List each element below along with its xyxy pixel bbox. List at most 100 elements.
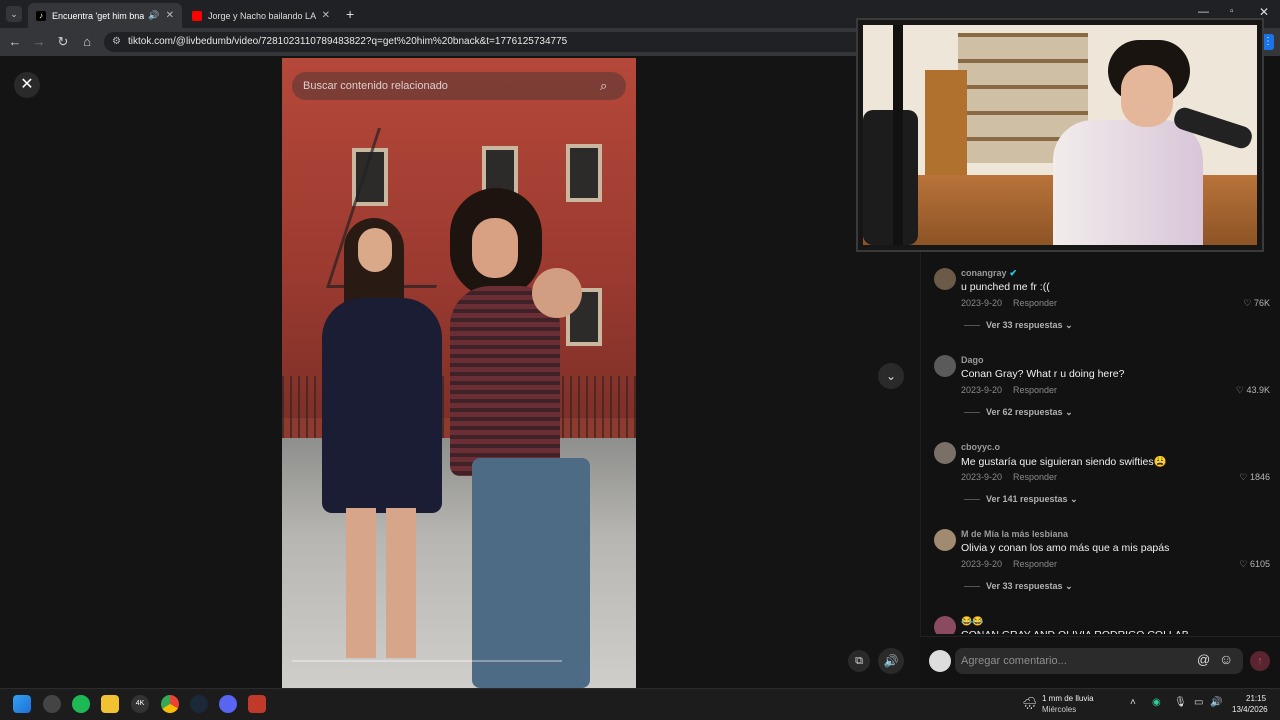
tab-title: Encuentra 'get him bnack' a — [52, 10, 145, 21]
picture-in-picture-icon[interactable]: ⧉ — [848, 650, 870, 672]
app-icon[interactable] — [248, 695, 266, 713]
person-legs — [346, 508, 416, 658]
view-replies-button[interactable]: Ver 62 respuestas ⌄ — [964, 407, 1073, 418]
comment-username[interactable]: 😂😂 — [961, 616, 983, 627]
chair — [863, 110, 918, 245]
webcam-feed — [863, 25, 1257, 245]
person-jeans — [472, 458, 590, 688]
comment-text: CONAN GRAY AND OLIVIA RODRIGO COLLAB — [961, 629, 1189, 634]
send-button[interactable]: ↑ — [1250, 651, 1270, 671]
chevron-up-icon[interactable]: ˄ — [1130, 697, 1136, 708]
avatar[interactable] — [934, 355, 956, 377]
mention-icon[interactable]: @ — [1197, 652, 1210, 667]
like-count: 6105 — [1249, 559, 1270, 569]
tab-title: Jorge y Nacho bailando LA MÁ — [208, 10, 316, 21]
folder-icon[interactable] — [101, 695, 119, 713]
chevron-down-icon[interactable]: ⌄ — [878, 363, 904, 389]
discord-icon[interactable] — [219, 695, 237, 713]
comment-date: 2023-9-20 — [961, 472, 1003, 482]
like-button[interactable]: ♡ 76K — [1243, 298, 1270, 309]
4k-app-icon[interactable]: 4K — [131, 695, 149, 713]
weather-day: Miércoles — [1042, 705, 1077, 714]
comment-username[interactable]: conangray ✔ — [961, 268, 1017, 279]
comment-date: 2023-9-20 — [961, 559, 1003, 569]
video-player[interactable] — [282, 58, 636, 688]
site-info-icon[interactable]: ⚙ — [112, 32, 121, 52]
steam-icon[interactable] — [190, 695, 208, 713]
close-window-button[interactable]: ✕ — [1259, 5, 1269, 19]
close-video-button[interactable]: ✕ — [14, 72, 40, 98]
network-icon[interactable]: ▭ — [1194, 697, 1203, 708]
comment-date: 2023-9-20 — [961, 298, 1003, 308]
like-count: 43.9K — [1246, 385, 1270, 395]
reply-button[interactable]: Responder — [1013, 385, 1057, 395]
speaker-icon: 🔊 — [148, 10, 160, 20]
view-replies-button[interactable]: Ver 33 respuestas ⌄ — [964, 581, 1073, 592]
chrome-icon[interactable] — [161, 695, 179, 713]
windows-start-icon[interactable] — [13, 695, 31, 713]
home-icon[interactable]: ⌂ — [78, 33, 96, 51]
emoji-icon[interactable]: ☺ — [1219, 651, 1233, 667]
heart-icon: ♡ — [1235, 385, 1247, 395]
like-button[interactable]: ♡ 43.9K — [1236, 385, 1270, 396]
reply-button[interactable]: Responder — [1013, 298, 1057, 308]
chevron-down-icon: ⌄ — [1067, 494, 1078, 504]
streamer-hoodie — [1053, 120, 1203, 245]
comment-text: Olivia y conan los amo más que a mis pap… — [961, 542, 1170, 554]
address-bar[interactable]: ⚙ tiktok.com/@livbedumb/video/7281023110… — [104, 32, 864, 52]
clock-time[interactable]: 21:15 — [1246, 694, 1266, 703]
chevron-down-icon: ⌄ — [1062, 320, 1073, 330]
person-face — [358, 228, 392, 272]
forward-icon[interactable]: → — [30, 33, 48, 51]
tab-tiktok[interactable]: ♪ Encuentra 'get him bnack' a 🔊 ✕ — [28, 3, 182, 28]
like-count: 76K — [1253, 298, 1270, 308]
close-tab-icon[interactable]: ✕ — [166, 10, 174, 21]
reply-button[interactable]: Responder — [1013, 472, 1057, 482]
reply-button[interactable]: Responder — [1013, 559, 1057, 569]
comment-text: Me gustaría que siguieran siendo swiftie… — [961, 456, 1167, 468]
microphone-icon[interactable]: 🎙 — [1174, 697, 1187, 708]
person-face — [472, 218, 518, 278]
view-replies-button[interactable]: Ver 33 respuestas ⌄ — [964, 320, 1073, 331]
verified-badge-icon: ✔ — [1009, 268, 1018, 278]
avatar[interactable] — [934, 529, 956, 551]
like-button[interactable]: ♡ 1846 — [1239, 472, 1270, 483]
view-replies-button[interactable]: Ver 141 respuestas ⌄ — [964, 494, 1078, 505]
comment-text: Conan Gray? What r u doing here? — [961, 368, 1125, 380]
back-icon[interactable]: ← — [6, 33, 24, 51]
streamer-face — [1121, 65, 1173, 127]
comment-username[interactable]: cboyyc.o — [961, 442, 1000, 452]
tab-youtube[interactable]: Jorge y Nacho bailando LA MÁ ✕ — [184, 3, 338, 28]
reload-icon[interactable]: ↻ — [54, 33, 72, 51]
like-count: 1846 — [1249, 472, 1270, 482]
comment-text: u punched me fr :(( — [961, 281, 1050, 293]
search-icon[interactable]: ⌕ — [600, 78, 607, 94]
minimize-button[interactable]: — — [1198, 6, 1209, 18]
avatar — [929, 650, 951, 672]
weather-text: 1 mm de lluvia — [1042, 694, 1094, 703]
door — [925, 70, 967, 180]
heart-icon: ♡ — [1239, 559, 1250, 569]
avatar[interactable] — [934, 616, 956, 634]
spotify-icon[interactable] — [72, 695, 90, 713]
tiktok-icon: ♪ — [36, 10, 46, 21]
tray-app-icon[interactable]: ◉ — [1152, 697, 1161, 708]
clock-date[interactable]: 13/4/2026 — [1232, 705, 1268, 714]
close-tab-icon[interactable]: ✕ — [322, 10, 330, 21]
tab-search-button[interactable]: ⌄ — [6, 6, 22, 22]
person-dress — [322, 298, 442, 513]
avatar[interactable] — [934, 268, 956, 290]
chevron-down-icon: ⌄ — [1062, 407, 1073, 417]
video-progress-bar[interactable] — [292, 660, 562, 662]
person-arm — [532, 268, 582, 318]
new-tab-button[interactable]: + — [346, 6, 354, 22]
comment-username[interactable]: Dago — [961, 355, 984, 365]
avatar[interactable] — [934, 442, 956, 464]
volume-icon[interactable]: 🔊 — [1210, 697, 1222, 708]
comment-username[interactable]: M de Mía la más lesbiana — [961, 529, 1068, 539]
restore-button[interactable]: ▫ — [1230, 6, 1234, 17]
like-button[interactable]: ♡ 6105 — [1239, 559, 1270, 570]
related-search-input[interactable]: Buscar contenido relacionado — [292, 72, 626, 100]
app-icon[interactable] — [43, 695, 61, 713]
volume-icon[interactable]: 🔊 — [878, 648, 904, 674]
